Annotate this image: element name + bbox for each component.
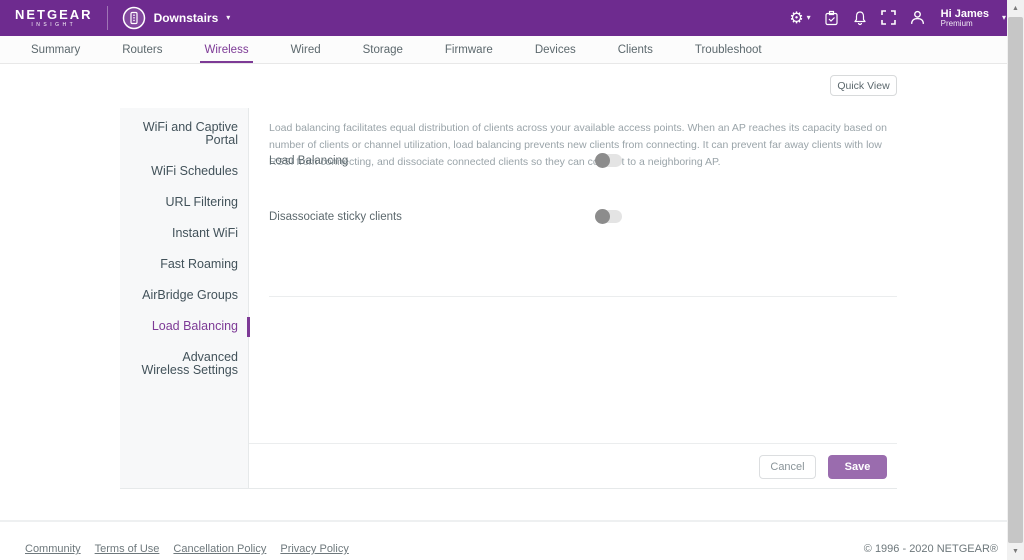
tab-storage[interactable]: Storage (342, 36, 424, 63)
sidebar-item-instant-wifi[interactable]: Instant WiFi (120, 218, 248, 249)
sidebar-item-fast-roaming[interactable]: Fast Roaming (120, 249, 248, 280)
access-point-icon (122, 6, 146, 30)
register-device-icon (824, 10, 839, 26)
settings-gear-button[interactable]: ⚙ ▾ (789, 10, 810, 26)
load-balancing-toggle[interactable] (596, 154, 622, 167)
row-divider (269, 296, 897, 297)
sidebar-item-advanced-wireless-settings[interactable]: Advanced Wireless Settings (120, 342, 248, 386)
fullscreen-icon (881, 10, 896, 25)
quick-view-button[interactable]: Quick View (830, 75, 897, 96)
footer-divider (0, 520, 1024, 522)
brand-sub: INSIGHT (31, 23, 76, 28)
header-actions: ⚙ ▾ Hi Jam (789, 8, 1006, 29)
sidebar-item-wifi-captive-portal[interactable]: WiFi and Captive Portal (120, 112, 248, 156)
user-plan-badge: Premium (941, 20, 989, 29)
disassociate-sticky-clients-toggle[interactable] (596, 210, 622, 223)
main-nav-tabs: Summary Routers Wireless Wired Storage F… (0, 36, 1024, 64)
user-icon (909, 9, 926, 26)
wireless-side-nav: WiFi and Captive Portal WiFi Schedules U… (120, 108, 248, 488)
toggle-knob (595, 209, 610, 224)
scroll-up-arrow-icon[interactable]: ▲ (1007, 0, 1024, 17)
sidebar-item-airbridge-groups[interactable]: AirBridge Groups (120, 280, 248, 311)
netgear-logo: NETGEAR INSIGHT (15, 8, 93, 28)
load-balancing-description: Load balancing facilitates equal distrib… (269, 120, 887, 170)
save-button[interactable]: Save (828, 455, 887, 479)
bell-icon (852, 10, 868, 26)
footer-links: Community Terms of Use Cancellation Poli… (25, 543, 349, 555)
load-balancing-toggle-label: Load Balancing (269, 155, 348, 167)
gear-icon: ⚙ (789, 10, 803, 26)
tab-firmware[interactable]: Firmware (424, 36, 514, 63)
chevron-down-icon: ▾ (1002, 14, 1006, 22)
tab-clients[interactable]: Clients (597, 36, 674, 63)
copyright-text: © 1996 - 2020 NETGEAR® (864, 543, 998, 555)
chevron-down-icon: ▾ (807, 14, 811, 22)
register-device-button[interactable] (824, 10, 839, 26)
user-menu[interactable] (909, 9, 926, 26)
sidebar-item-url-filtering[interactable]: URL Filtering (120, 187, 248, 218)
sidebar-item-wifi-schedules[interactable]: WiFi Schedules (120, 156, 248, 187)
header-divider (107, 6, 108, 30)
scroll-down-arrow-icon[interactable]: ▼ (1007, 543, 1024, 560)
tab-wired[interactable]: Wired (270, 36, 342, 63)
location-selector[interactable]: Downstairs ▾ (122, 6, 231, 30)
footer-link-cancellation-policy[interactable]: Cancellation Policy (173, 543, 266, 555)
sidebar-item-load-balancing[interactable]: Load Balancing (120, 311, 248, 342)
app-header: NETGEAR INSIGHT Downstairs ▾ ⚙ ▾ (0, 0, 1024, 36)
wireless-settings-card: WiFi and Captive Portal WiFi Schedules U… (120, 108, 897, 489)
footer-link-terms-of-use[interactable]: Terms of Use (95, 543, 160, 555)
tab-troubleshoot[interactable]: Troubleshoot (674, 36, 783, 63)
footer-link-community[interactable]: Community (25, 543, 81, 555)
tab-summary[interactable]: Summary (10, 36, 101, 63)
tab-routers[interactable]: Routers (101, 36, 183, 63)
brand-name: NETGEAR (15, 8, 93, 21)
user-info[interactable]: Hi James Premium (941, 8, 989, 29)
load-balancing-panel: Load balancing facilitates equal distrib… (248, 108, 897, 488)
disassociate-sticky-clients-toggle-label: Disassociate sticky clients (269, 211, 402, 223)
toggle-knob (595, 153, 610, 168)
user-greeting: Hi James (941, 8, 989, 20)
tab-devices[interactable]: Devices (514, 36, 597, 63)
tab-wireless[interactable]: Wireless (183, 36, 269, 63)
fullscreen-button[interactable] (881, 10, 896, 25)
action-divider (249, 443, 897, 444)
vertical-scrollbar[interactable]: ▲ ▼ (1007, 0, 1024, 560)
footer-link-privacy-policy[interactable]: Privacy Policy (280, 543, 348, 555)
notifications-button[interactable] (852, 10, 868, 26)
location-label: Downstairs (154, 11, 219, 25)
scrollbar-thumb[interactable] (1008, 17, 1023, 543)
cancel-button[interactable]: Cancel (759, 455, 816, 479)
chevron-down-icon: ▾ (226, 14, 230, 22)
